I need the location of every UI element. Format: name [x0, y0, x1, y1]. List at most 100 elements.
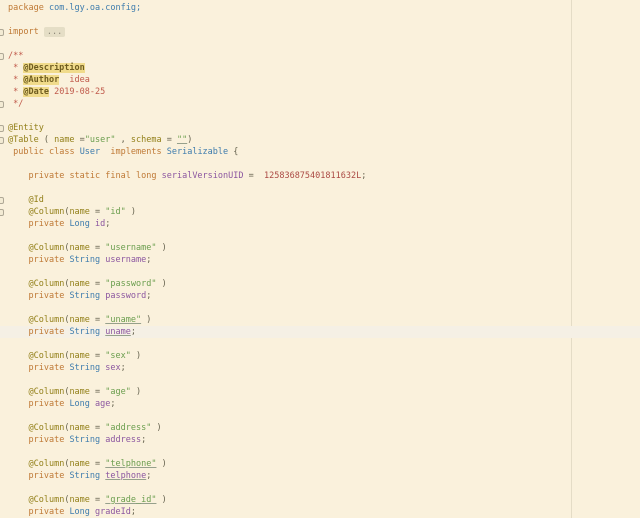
code-line[interactable]: [0, 110, 640, 122]
code-line[interactable]: @Column(name = "username" ): [0, 242, 640, 254]
code-line[interactable]: @Column(name = "age" ): [0, 386, 640, 398]
token-annotation: name: [54, 135, 75, 145]
token-doc-tag: @Description: [23, 63, 85, 73]
fold-marker-icon[interactable]: [0, 125, 4, 132]
token-reference: String: [69, 435, 101, 445]
token-keyword: final: [105, 171, 131, 181]
token-string: "": [176, 135, 188, 145]
code-line[interactable]: [0, 266, 640, 278]
fold-marker-icon[interactable]: [0, 137, 4, 144]
code-line[interactable]: [0, 38, 640, 50]
code-line[interactable]: * @Author idea: [0, 74, 640, 86]
token-string: "uname": [105, 315, 142, 325]
code-line[interactable]: @Column(name = "uname" ): [0, 314, 640, 326]
token-doc-comment: idea: [59, 75, 90, 85]
code-line[interactable]: * @Date 2019-08-25: [0, 86, 640, 98]
token-field: age: [95, 399, 111, 409]
code-line[interactable]: * @Description: [0, 62, 640, 74]
code-line[interactable]: @Column(name = "password" ): [0, 278, 640, 290]
token-keyword: class: [48, 147, 75, 157]
token-doc-comment: 2019-08-25: [48, 87, 106, 97]
fold-marker-icon[interactable]: [0, 101, 4, 108]
token-keyword: private: [28, 255, 65, 265]
code-line[interactable]: private String telphone;: [0, 470, 640, 482]
token-text: ): [130, 387, 142, 397]
token-field: id: [95, 219, 106, 229]
token-keyword: import: [8, 27, 39, 37]
fold-marker-icon[interactable]: [0, 29, 4, 36]
token-keyword: private: [28, 471, 65, 481]
token-annotation: name: [69, 459, 90, 469]
token-annotation: name: [69, 387, 90, 397]
code-line[interactable]: [0, 182, 640, 194]
caret-line[interactable]: private String uname;: [0, 326, 640, 338]
token-text: =: [74, 135, 85, 145]
code-line[interactable]: private Long gradeId;: [0, 506, 640, 518]
token-annotation: @Column: [28, 495, 65, 505]
token-field: uname: [105, 327, 131, 337]
fold-marker-icon[interactable]: [0, 209, 4, 216]
code-line[interactable]: public class User implements Serializabl…: [0, 146, 640, 158]
fold-marker-icon[interactable]: [0, 197, 4, 204]
token-reference: Long: [69, 219, 90, 229]
token-number: 125836875401811632L: [263, 171, 362, 181]
code-line[interactable]: [0, 338, 640, 350]
code-line[interactable]: @Column(name = "telphone" ): [0, 458, 640, 470]
code-line[interactable]: [0, 14, 640, 26]
token-annotation: @Table: [8, 135, 39, 145]
code-line[interactable]: @Entity: [0, 122, 640, 134]
code-line[interactable]: private String address;: [0, 434, 640, 446]
code-editor[interactable]: package com.lgy.oa.config; import .../** …: [0, 0, 640, 518]
code-line[interactable]: [0, 374, 640, 386]
code-line[interactable]: [0, 410, 640, 422]
token-text: ): [156, 459, 167, 469]
token-reference: Serializable: [166, 147, 229, 157]
token-reference: String: [69, 291, 101, 301]
token-annotation: @Id: [28, 195, 44, 205]
code-line[interactable]: @Column(name = "grade_id" ): [0, 494, 640, 506]
code-line[interactable]: @Id: [0, 194, 640, 206]
code-line[interactable]: [0, 158, 640, 170]
token-doc-tag: @Date: [23, 87, 49, 97]
code-line[interactable]: private static final long serialVersionU…: [0, 170, 640, 182]
code-line[interactable]: import ...: [0, 26, 640, 38]
fold-marker-icon[interactable]: [0, 53, 4, 60]
token-text: ): [151, 423, 162, 433]
code-line[interactable]: /**: [0, 50, 640, 62]
code-line[interactable]: @Column(name = "id" ): [0, 206, 640, 218]
code-line[interactable]: [0, 482, 640, 494]
code-line[interactable]: private Long id;: [0, 218, 640, 230]
token-string: "age": [105, 387, 131, 397]
token-keyword: private: [28, 171, 65, 181]
token-field: password: [105, 291, 147, 301]
token-reference: String: [69, 327, 101, 337]
folded-imports-chip[interactable]: ...: [43, 27, 66, 37]
token-text: ;: [146, 255, 152, 265]
code-line[interactable]: [0, 446, 640, 458]
code-line[interactable]: package com.lgy.oa.config;: [0, 2, 640, 14]
token-text: =: [89, 459, 106, 469]
code-line[interactable]: private Long age;: [0, 398, 640, 410]
code-line[interactable]: @Column(name = "sex" ): [0, 350, 640, 362]
token-keyword: private: [28, 363, 65, 373]
code-line[interactable]: private String password;: [0, 290, 640, 302]
code-line[interactable]: [0, 230, 640, 242]
code-line[interactable]: private String username;: [0, 254, 640, 266]
token-keyword: private: [28, 399, 65, 409]
token-keyword: static: [69, 171, 101, 181]
code-line[interactable]: @Column(name = "address" ): [0, 422, 640, 434]
token-doc-comment: /**: [8, 51, 24, 61]
code-line[interactable]: @Table ( name ="user" , schema = ""): [0, 134, 640, 146]
token-text: {: [228, 147, 239, 157]
token-text: ;: [130, 507, 136, 517]
code-line[interactable]: */: [0, 98, 640, 110]
code-line[interactable]: [0, 302, 640, 314]
code-line[interactable]: private String sex;: [0, 362, 640, 374]
editor-content[interactable]: package com.lgy.oa.config; import .../** …: [0, 2, 640, 518]
